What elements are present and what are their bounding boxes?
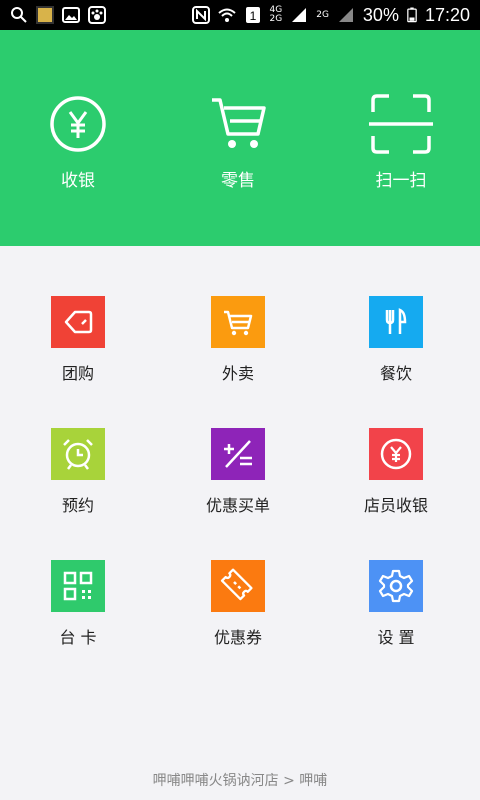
store-switch-link[interactable]: 呷哺呷哺火锅讷河店 > 呷哺	[0, 770, 480, 790]
reservation-label: 预约	[61, 496, 94, 515]
hero-retail-button[interactable]: 零售	[178, 92, 298, 191]
gallery-icon	[62, 7, 80, 23]
discount-pay-tile	[211, 428, 265, 480]
takeout-button[interactable]: 外卖	[178, 296, 298, 384]
status-bar: 1 4G 2G 2G 30% 17:20	[0, 0, 480, 30]
reservation-tile	[51, 428, 105, 480]
battery-percent: 30%	[362, 4, 399, 25]
cart-icon	[212, 98, 266, 148]
group-buy-tile	[51, 296, 105, 348]
nfc-icon	[191, 6, 210, 24]
discount-pay-button[interactable]: 优惠买单	[178, 428, 298, 516]
coupon-label: 优惠券	[213, 628, 262, 647]
coupon-button[interactable]: 优惠券	[178, 560, 298, 648]
yen-circle-icon	[50, 96, 106, 152]
reservation-button[interactable]: 预约	[18, 428, 138, 516]
plus-minus-equal-icon	[224, 440, 252, 468]
fork-knife-icon	[385, 308, 407, 334]
group-buy-button[interactable]: 团购	[18, 296, 138, 384]
battery-icon	[407, 7, 417, 23]
hero-scan-label: 扫一扫	[375, 171, 427, 191]
cart-icon	[224, 310, 253, 336]
svg-text:1: 1	[249, 9, 256, 23]
staff-cashier-label: 店员收银	[363, 496, 428, 515]
status-left	[10, 6, 106, 24]
hero-retail-label: 零售	[221, 171, 255, 191]
dining-button[interactable]: 餐饮	[336, 296, 456, 384]
tag-icon	[64, 310, 93, 334]
staff-cashier-button[interactable]: 店员收银	[336, 428, 456, 516]
takeout-label: 外卖	[221, 364, 254, 383]
dining-label: 餐饮	[379, 364, 412, 383]
coupon-tile	[211, 560, 265, 612]
takeout-tile	[211, 296, 265, 348]
status-right: 1 4G 2G 2G 30% 17:20	[191, 4, 470, 26]
alarm-clock-icon	[63, 439, 93, 470]
table-card-tile	[51, 560, 105, 612]
group-buy-label: 团购	[61, 364, 94, 383]
ticket-icon	[220, 568, 253, 601]
hero-cashier-label: 收银	[61, 171, 95, 191]
paw-icon	[88, 6, 106, 24]
sim-1-icon: 1	[245, 7, 260, 23]
hero-panel: 收银 零售 扫一扫	[0, 30, 480, 246]
network-type-bottom: 2G	[269, 14, 283, 24]
qr-code-icon	[63, 571, 93, 601]
table-card-button[interactable]: 台 卡	[18, 560, 138, 648]
search-icon	[11, 7, 27, 23]
clock: 17:20	[424, 4, 470, 25]
gear-icon	[378, 569, 414, 603]
scan-frame-icon	[369, 94, 433, 154]
yen-circle-icon	[380, 438, 412, 470]
settings-tile	[369, 560, 423, 612]
wifi-icon	[217, 8, 236, 22]
signal-icon-2	[338, 8, 353, 22]
dining-tile	[369, 296, 423, 348]
network-type-small: 2G	[316, 9, 329, 20]
staff-cashier-tile	[369, 428, 423, 480]
signal-icon	[292, 8, 307, 22]
table-card-label: 台 卡	[59, 628, 97, 647]
hero-scan-button[interactable]: 扫一扫	[341, 92, 461, 191]
hero-cashier-button[interactable]: 收银	[18, 92, 138, 191]
settings-button[interactable]: 设 置	[336, 560, 456, 648]
settings-label: 设 置	[377, 628, 415, 647]
discount-pay-label: 优惠买单	[205, 496, 270, 515]
app-notification-icon	[36, 6, 54, 24]
network-type: 4G 2G	[270, 6, 283, 24]
